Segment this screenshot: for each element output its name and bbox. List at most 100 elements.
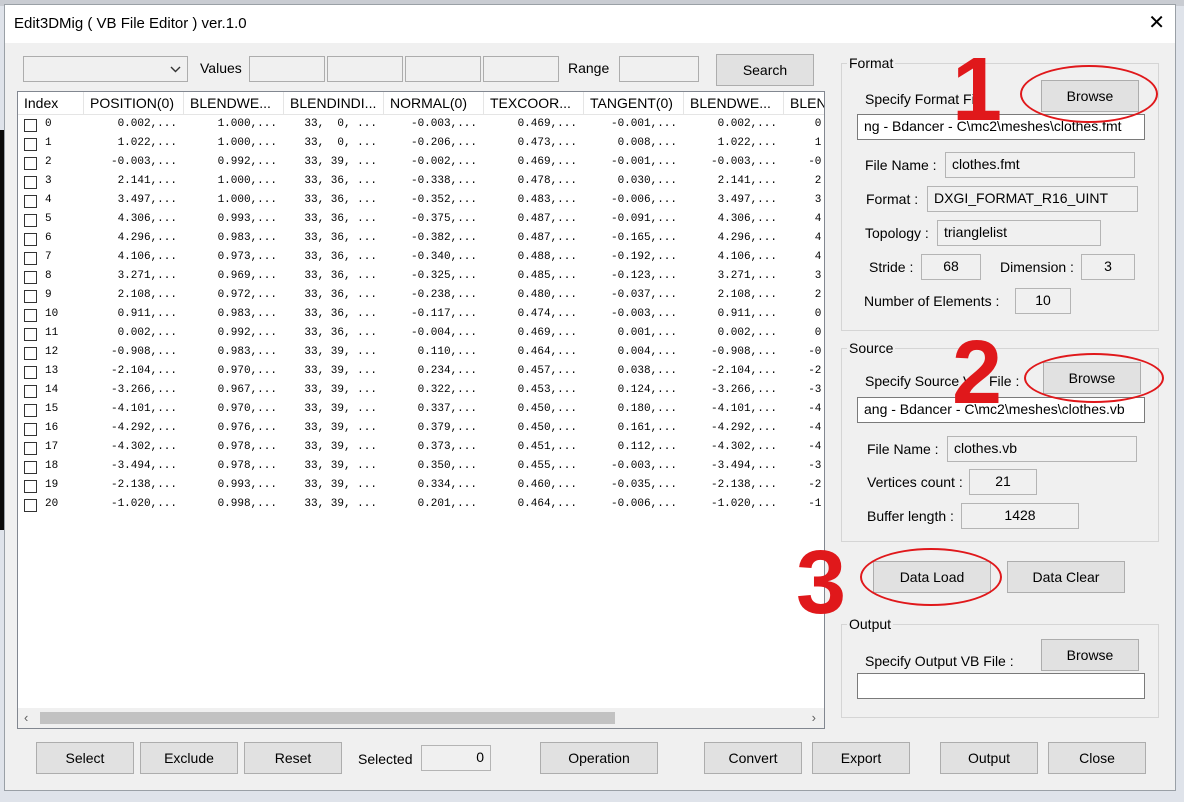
column-header[interactable]: BLENDWE... <box>184 92 284 114</box>
value-field-4[interactable] <box>483 56 559 82</box>
table-cell: 33, 36, ... <box>304 308 377 320</box>
chevron-left-icon[interactable]: ‹ <box>24 710 28 725</box>
column-header[interactable]: TANGENT(0) <box>584 92 684 114</box>
dimension-value: 3 <box>1081 254 1135 280</box>
table-row[interactable]: 19 -2.138,... 0.993,... 33, 39, ... 0.334,..… <box>18 478 824 497</box>
topology-value: trianglelist <box>937 220 1101 246</box>
search-button[interactable]: Search <box>716 54 814 86</box>
row-checkbox[interactable] <box>24 138 37 151</box>
value-field-2[interactable] <box>327 56 403 82</box>
row-checkbox[interactable] <box>24 385 37 398</box>
row-checkbox[interactable] <box>24 309 37 322</box>
table-cell: -4.101,... <box>710 403 777 415</box>
table-row[interactable]: 10 0.911,... 0.983,... 33, 36, ... -0.117,..… <box>18 307 824 326</box>
table-row[interactable]: 5 4.306,... 0.993,... 33, 36, ... -0.375,...… <box>18 212 824 231</box>
table-cell: 20 <box>45 498 59 510</box>
table-cell: -3.266,... <box>110 384 177 396</box>
row-checkbox[interactable] <box>24 271 37 284</box>
row-checkbox[interactable] <box>24 195 37 208</box>
scrollbar-thumb[interactable] <box>40 712 615 724</box>
row-checkbox[interactable] <box>24 442 37 455</box>
table-row[interactable]: 15 -4.101,... 0.970,... 33, 39, ... 0.337,..… <box>18 402 824 421</box>
row-checkbox[interactable] <box>24 480 37 493</box>
select-button[interactable]: Select <box>36 742 134 774</box>
row-checkbox[interactable] <box>24 328 37 341</box>
table-cell: 33, 39, ... <box>304 384 377 396</box>
table-cell: -4.292,... <box>710 422 777 434</box>
table-cell: -2.138,... <box>110 479 177 491</box>
table-row[interactable]: 16 -4.292,... 0.976,... 33, 39, ... 0.379,..… <box>18 421 824 440</box>
table-row[interactable]: 17 -4.302,... 0.978,... 33, 39, ... 0.373,..… <box>18 440 824 459</box>
table-row[interactable]: 7 4.106,... 0.973,... 33, 36, ... -0.340,...… <box>18 250 824 269</box>
row-checkbox[interactable] <box>24 499 37 512</box>
row-checkbox[interactable] <box>24 366 37 379</box>
buffer-length-label: Buffer length : <box>867 508 954 524</box>
row-checkbox[interactable] <box>24 404 37 417</box>
table-row[interactable]: 14 -3.266,... 0.967,... 33, 39, ... 0.322,..… <box>18 383 824 402</box>
chevron-right-icon[interactable]: › <box>812 710 816 725</box>
table-cell: 33, 36, ... <box>304 175 377 187</box>
column-header[interactable]: TEXCOOR... <box>484 92 584 114</box>
range-field[interactable] <box>619 56 699 82</box>
output-button[interactable]: Output <box>940 742 1038 774</box>
convert-button[interactable]: Convert <box>704 742 802 774</box>
output-path-field[interactable] <box>857 673 1145 699</box>
column-header[interactable]: BLENDINDI... <box>284 92 384 114</box>
row-checkbox[interactable] <box>24 233 37 246</box>
table-cell: 0.469,... <box>517 327 577 339</box>
column-header[interactable]: BLEN <box>784 92 824 114</box>
row-checkbox[interactable] <box>24 461 37 474</box>
table-row[interactable]: 6 4.296,... 0.983,... 33, 36, ... -0.382,...… <box>18 231 824 250</box>
column-dropdown[interactable] <box>23 56 188 82</box>
table-row[interactable]: 3 2.141,... 1.000,... 33, 36, ... -0.338,...… <box>18 174 824 193</box>
exclude-button[interactable]: Exclude <box>140 742 238 774</box>
table-row[interactable]: 13 -2.104,... 0.970,... 33, 39, ... 0.234,..… <box>18 364 824 383</box>
table-cell: -2. <box>808 365 824 377</box>
table-row[interactable]: 20 -1.020,... 0.998,... 33, 39, ... 0.201,..… <box>18 497 824 516</box>
table-row[interactable]: 1 1.022,... 1.000,... 33, 0, ... -0.206,... 0… <box>18 136 824 155</box>
reset-button[interactable]: Reset <box>244 742 342 774</box>
table-cell: 4.106,... <box>717 251 777 263</box>
table-row[interactable]: 4 3.497,... 1.000,... 33, 36, ... -0.352,...… <box>18 193 824 212</box>
table-cell: 0.978,... <box>217 460 277 472</box>
table-cell: 33, 0, ... <box>304 137 377 149</box>
table-cell: -0.006,... <box>610 194 677 206</box>
close-window-icon[interactable]: ✕ <box>1148 11 1165 35</box>
export-button[interactable]: Export <box>812 742 910 774</box>
table-cell: -0.003,... <box>410 118 477 130</box>
row-checkbox[interactable] <box>24 119 37 132</box>
data-clear-button[interactable]: Data Clear <box>1007 561 1125 593</box>
table-cell: -2.138,... <box>710 479 777 491</box>
table-cell: 1.022,... <box>117 137 177 149</box>
table-cell: 33, 36, ... <box>304 270 377 282</box>
table-row[interactable]: 18 -3.494,... 0.978,... 33, 39, ... 0.350,..… <box>18 459 824 478</box>
output-browse-button[interactable]: Browse <box>1041 639 1139 671</box>
horizontal-scrollbar[interactable]: ‹ › <box>18 708 824 728</box>
table-row[interactable]: 2 -0.003,... 0.992,... 33, 39, ... -0.002,..… <box>18 155 824 174</box>
column-header[interactable]: Index <box>18 92 84 114</box>
operation-button[interactable]: Operation <box>540 742 658 774</box>
value-field-3[interactable] <box>405 56 481 82</box>
row-checkbox[interactable] <box>24 176 37 189</box>
column-header[interactable]: POSITION(0) <box>84 92 184 114</box>
row-checkbox[interactable] <box>24 214 37 227</box>
table-row[interactable]: 0 0.002,... 1.000,... 33, 0, ... -0.003,... 0… <box>18 117 824 136</box>
table-row[interactable]: 8 3.271,... 0.969,... 33, 36, ... -0.325,...… <box>18 269 824 288</box>
source-file-name-label: File Name : <box>867 441 939 457</box>
table-cell: 4.306,... <box>117 213 177 225</box>
close-button[interactable]: Close <box>1048 742 1146 774</box>
table-row[interactable]: 11 0.002,... 0.992,... 33, 36, ... -0.004,..… <box>18 326 824 345</box>
row-checkbox[interactable] <box>24 252 37 265</box>
vertex-grid[interactable]: Index POSITION(0) BLENDWE... BLENDINDI..… <box>17 91 825 729</box>
row-checkbox[interactable] <box>24 423 37 436</box>
row-checkbox[interactable] <box>24 347 37 360</box>
column-header[interactable]: NORMAL(0) <box>384 92 484 114</box>
row-checkbox[interactable] <box>24 290 37 303</box>
selected-label: Selected <box>358 751 413 767</box>
column-header[interactable]: BLENDWE... <box>684 92 784 114</box>
table-row[interactable]: 12 -0.908,... 0.983,... 33, 39, ... 0.110,..… <box>18 345 824 364</box>
table-cell: -0.352,... <box>410 194 477 206</box>
table-row[interactable]: 9 2.108,... 0.972,... 33, 36, ... -0.238,...… <box>18 288 824 307</box>
value-field-1[interactable] <box>249 56 325 82</box>
row-checkbox[interactable] <box>24 157 37 170</box>
